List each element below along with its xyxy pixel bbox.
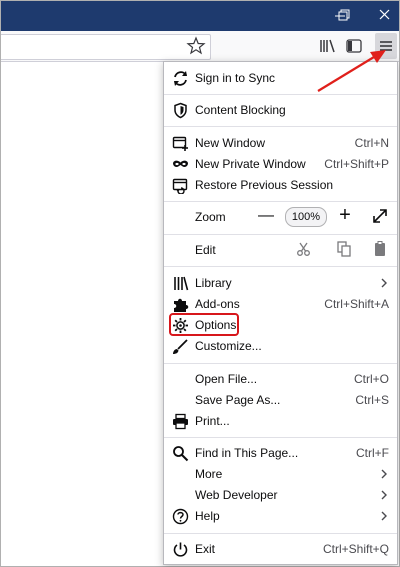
help-icon <box>172 508 189 525</box>
zoom-out-button[interactable]: — <box>256 205 276 227</box>
title-bar <box>1 1 399 31</box>
bookmark-star-button[interactable] <box>184 34 208 58</box>
options-highlight-box <box>169 313 239 336</box>
menu-item-library[interactable]: Library <box>164 273 397 294</box>
new-window-icon <box>172 136 188 151</box>
copy-icon <box>337 241 351 257</box>
separator <box>164 437 397 438</box>
library-icon <box>174 276 189 291</box>
copy-button[interactable] <box>335 240 353 258</box>
menu-item-print[interactable]: Print... <box>164 411 397 432</box>
separator <box>164 533 397 534</box>
shortcut-label: Ctrl+F <box>356 446 389 460</box>
paintbrush-icon <box>173 339 188 354</box>
separator <box>164 234 397 235</box>
separator <box>164 126 397 127</box>
menu-label: New Private Window <box>195 157 306 171</box>
menu-label: Zoom <box>195 210 226 224</box>
zoom-in-button[interactable]: + <box>335 204 355 226</box>
private-mask-icon <box>173 160 188 167</box>
fullscreen-button[interactable] <box>371 207 389 225</box>
menu-label: More <box>195 467 223 481</box>
shortcut-label: Ctrl+O <box>353 372 389 386</box>
separator <box>164 266 397 267</box>
paste-button[interactable] <box>371 240 389 258</box>
menu-label: Print... <box>195 414 230 428</box>
clipboard-icon <box>375 241 385 256</box>
shortcut-label: Ctrl+Shift+A <box>324 297 389 311</box>
power-icon <box>173 542 188 557</box>
menu-label: Exit <box>195 542 216 556</box>
shortcut-label: Ctrl+S <box>355 393 389 407</box>
menu-item-save-page[interactable]: Save Page As... Ctrl+S <box>164 390 397 411</box>
menu-item-more[interactable]: More <box>164 464 397 485</box>
cut-button[interactable] <box>295 240 313 258</box>
shield-icon <box>174 102 187 119</box>
bookmark-star-icon <box>186 36 206 55</box>
menu-label: Content Blocking <box>195 103 286 117</box>
sync-icon <box>174 71 187 86</box>
restore-session-icon <box>172 178 188 194</box>
printer-icon <box>173 413 188 430</box>
fullscreen-icon <box>373 209 387 223</box>
menu-item-web-developer[interactable]: Web Developer <box>164 485 397 506</box>
close-icon <box>379 9 390 20</box>
scissors-icon <box>297 242 310 256</box>
chevron-right-icon <box>381 490 387 500</box>
puzzle-piece-icon <box>174 298 189 312</box>
menu-label: New Window <box>195 136 266 150</box>
menu-item-addons[interactable]: Add-ons Ctrl+Shift+A <box>164 294 397 315</box>
menu-label: Open File... <box>195 372 258 386</box>
annotation-arrow-icon <box>317 50 386 92</box>
shortcut-label: Ctrl+Shift+Q <box>322 542 389 556</box>
restore-icon <box>338 9 350 21</box>
menu-label: Sign in to Sync <box>195 71 276 85</box>
menu-label: Save Page As... <box>195 393 281 407</box>
menu-item-content-blocking[interactable]: Content Blocking <box>164 100 397 121</box>
menu-item-open-file[interactable]: Open File... Ctrl+O <box>164 369 397 390</box>
chevron-right-icon <box>381 278 387 288</box>
menu-item-new-window[interactable]: New Window Ctrl+N <box>164 133 397 154</box>
menu-item-find[interactable]: Find in This Page... Ctrl+F <box>164 443 397 464</box>
menu-item-help[interactable]: Help <box>164 506 397 527</box>
chevron-right-icon <box>381 511 387 521</box>
separator <box>164 363 397 364</box>
url-bar[interactable] <box>1 34 211 60</box>
menu-label: Find in This Page... <box>195 446 299 460</box>
separator <box>164 201 397 202</box>
menu-label: Restore Previous Session <box>195 178 334 192</box>
menu-label: Add-ons <box>195 297 240 311</box>
search-icon <box>173 446 189 462</box>
menu-item-new-private-window[interactable]: New Private Window Ctrl+Shift+P <box>164 154 397 175</box>
menu-label: Library <box>195 276 232 290</box>
menu-label: Web Developer <box>195 488 278 502</box>
menu-item-exit[interactable]: Exit Ctrl+Shift+Q <box>164 539 397 560</box>
zoom-reset-button[interactable]: 100% <box>285 207 327 227</box>
shortcut-label: Ctrl+Shift+P <box>324 157 389 171</box>
menu-item-customize[interactable]: Customize... <box>164 336 397 357</box>
restore-button[interactable] <box>324 1 364 31</box>
chevron-right-icon <box>381 469 387 479</box>
menu-item-restore-session[interactable]: Restore Previous Session <box>164 175 397 196</box>
menu-item-zoom: Zoom <box>164 207 397 228</box>
menu-label: Edit <box>195 243 216 257</box>
menu-label: Help <box>195 509 220 523</box>
menu-item-edit: Edit <box>164 240 397 261</box>
close-button[interactable] <box>364 1 399 31</box>
menu-label: Customize... <box>195 339 262 353</box>
shortcut-label: Ctrl+N <box>354 136 389 150</box>
